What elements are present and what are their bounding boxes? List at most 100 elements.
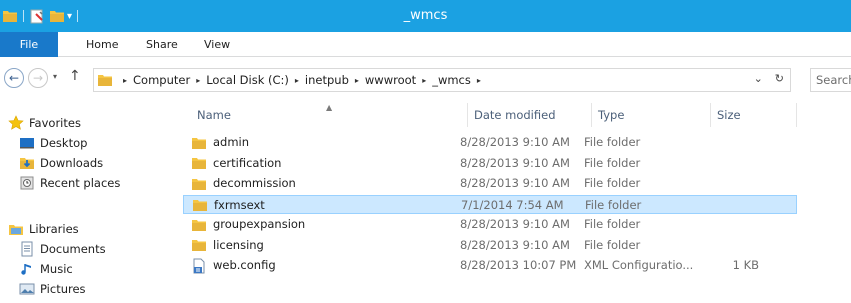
file-date: 7/1/2014 7:54 AM xyxy=(461,197,564,212)
folder-icon xyxy=(97,72,113,88)
folder-icon xyxy=(191,237,207,253)
file-type: File folder xyxy=(584,217,641,231)
forward-arrow-icon: → xyxy=(32,71,44,85)
tab-file[interactable]: File xyxy=(0,32,58,57)
file-size xyxy=(703,215,759,234)
breadcrumb-computer[interactable]: Computer xyxy=(133,73,190,87)
sort-ascending-icon: ▲ xyxy=(326,103,333,112)
refresh-icon[interactable]: ↻ xyxy=(775,72,784,85)
nav-item-recent-places[interactable]: Recent places xyxy=(0,173,120,193)
address-bar[interactable]: ▸ Computer ▸ Local Disk (C:) ▸ inetpub ▸… xyxy=(93,68,791,92)
breadcrumb-separator[interactable]: ▸ xyxy=(123,76,127,85)
file-row-licensing[interactable]: licensing 8/28/2013 9:10 AM File folder xyxy=(183,236,797,255)
up-button[interactable]: ↑ xyxy=(69,68,81,84)
nav-label: Desktop xyxy=(40,136,88,150)
file-name-cell: admin xyxy=(191,133,249,152)
back-button[interactable]: ← xyxy=(4,68,24,88)
file-name: web.config xyxy=(213,258,276,272)
file-row-admin[interactable]: admin 8/28/2013 9:10 AM File folder xyxy=(183,133,797,152)
pictures-icon xyxy=(19,281,35,297)
file-name-cell: certification xyxy=(191,154,281,173)
file-size xyxy=(703,174,759,193)
column-header-size[interactable]: Size xyxy=(711,103,797,127)
folder-icon xyxy=(191,176,207,192)
tab-view[interactable]: View xyxy=(204,32,230,57)
file-name: groupexpansion xyxy=(213,217,306,231)
file-name-cell: decommission xyxy=(191,174,296,193)
file-date: 8/28/2013 9:10 AM xyxy=(460,176,570,190)
back-arrow-icon: ← xyxy=(8,71,20,85)
nav-item-pictures[interactable]: Pictures xyxy=(0,279,86,299)
file-name-cell: licensing xyxy=(191,236,264,255)
file-name-cell: fxrmsext xyxy=(192,196,265,215)
libraries-icon xyxy=(8,221,24,237)
file-name: licensing xyxy=(213,237,264,252)
navigation-pane: Favorites Desktop Downloads Recent place… xyxy=(0,103,177,303)
file-name: decommission xyxy=(213,176,296,190)
recent-locations-dropdown[interactable]: ▾ xyxy=(53,72,57,81)
breadcrumb-local-disk[interactable]: Local Disk (C:) xyxy=(206,73,289,87)
nav-label: Documents xyxy=(40,242,106,256)
search-input[interactable]: Search xyxy=(810,68,851,92)
file-type: File folder xyxy=(584,176,641,190)
breadcrumb-separator[interactable]: ▸ xyxy=(355,76,359,85)
file-size: 1 KB xyxy=(732,258,759,272)
folder-icon xyxy=(191,155,207,171)
tab-share[interactable]: Share xyxy=(146,32,178,57)
file-date: 8/28/2013 9:10 AM xyxy=(460,217,570,231)
star-icon xyxy=(8,115,24,131)
breadcrumb-inetpub[interactable]: inetpub xyxy=(305,73,349,87)
desktop-icon xyxy=(19,135,35,151)
file-name: fxrmsext xyxy=(214,197,265,212)
file-name-cell: groupexpansion xyxy=(191,215,305,234)
file-date: 8/28/2013 10:07 PM xyxy=(460,258,577,272)
file-row-decommission[interactable]: decommission 8/28/2013 9:10 AM File folder xyxy=(183,174,797,193)
forward-button[interactable]: → xyxy=(28,68,48,88)
nav-favorites[interactable]: Favorites xyxy=(0,113,81,133)
breadcrumb-wmcs[interactable]: _wmcs xyxy=(432,73,471,87)
file-name: certification xyxy=(213,155,282,170)
column-header-name[interactable]: Name ▲ xyxy=(191,103,468,127)
file-date: 8/28/2013 9:10 AM xyxy=(460,237,570,252)
nav-libraries[interactable]: Libraries xyxy=(0,219,79,239)
file-row-web-config[interactable]: web.config 8/28/2013 10:07 PM XML Configur… xyxy=(183,256,797,275)
config-file-icon xyxy=(191,258,207,274)
nav-item-downloads[interactable]: Downloads xyxy=(0,153,103,173)
file-size xyxy=(704,196,760,215)
file-type: File folder xyxy=(584,135,641,149)
file-row-fxrmsext[interactable]: fxrmsext 7/1/2014 7:54 AM File folder xyxy=(183,194,797,215)
breadcrumb-separator[interactable]: ▸ xyxy=(295,76,299,85)
address-actions: ⌄ ↻ xyxy=(754,72,784,85)
file-list: Name ▲ Date modified Type Size admin 8/28… xyxy=(177,103,851,303)
folder-icon xyxy=(191,135,207,151)
file-size xyxy=(703,154,759,173)
navigation-bar: ← → ▾ ↑ ▸ Computer ▸ Local Disk (C:) ▸ i… xyxy=(0,58,851,103)
file-size xyxy=(703,133,759,152)
nav-item-desktop[interactable]: Desktop xyxy=(0,133,87,153)
recent-places-icon xyxy=(19,175,35,191)
nav-item-music[interactable]: Music xyxy=(0,259,73,279)
nav-label: Libraries xyxy=(29,222,79,236)
nav-label: Recent places xyxy=(40,176,121,190)
column-header-date[interactable]: Date modified xyxy=(468,103,592,127)
documents-icon xyxy=(19,241,35,257)
nav-label: Downloads xyxy=(40,156,104,170)
breadcrumb-separator[interactable]: ▸ xyxy=(477,76,481,85)
breadcrumb-wwwroot[interactable]: wwwroot xyxy=(365,73,416,87)
music-icon xyxy=(19,261,35,277)
file-date: 8/28/2013 9:10 AM xyxy=(460,155,570,170)
tab-home[interactable]: Home xyxy=(86,32,118,57)
file-type: File folder xyxy=(584,237,641,252)
chevron-down-icon[interactable]: ⌄ xyxy=(754,72,763,85)
file-row-groupexpansion[interactable]: groupexpansion 8/28/2013 9:10 AM File fold… xyxy=(183,215,797,234)
breadcrumb-separator[interactable]: ▸ xyxy=(196,76,200,85)
file-row-certification[interactable]: certification 8/28/2013 9:10 AM File folde… xyxy=(183,154,797,173)
breadcrumb-separator[interactable]: ▸ xyxy=(422,76,426,85)
file-size xyxy=(703,236,759,255)
nav-item-documents[interactable]: Documents xyxy=(0,239,106,259)
nav-label: Favorites xyxy=(29,116,81,130)
column-header-type[interactable]: Type xyxy=(592,103,711,127)
ribbon-tabs: File Home Share View xyxy=(0,32,851,57)
title-bar: ▾ _wmcs xyxy=(0,0,851,32)
file-type: XML Configuratio... xyxy=(584,258,694,272)
